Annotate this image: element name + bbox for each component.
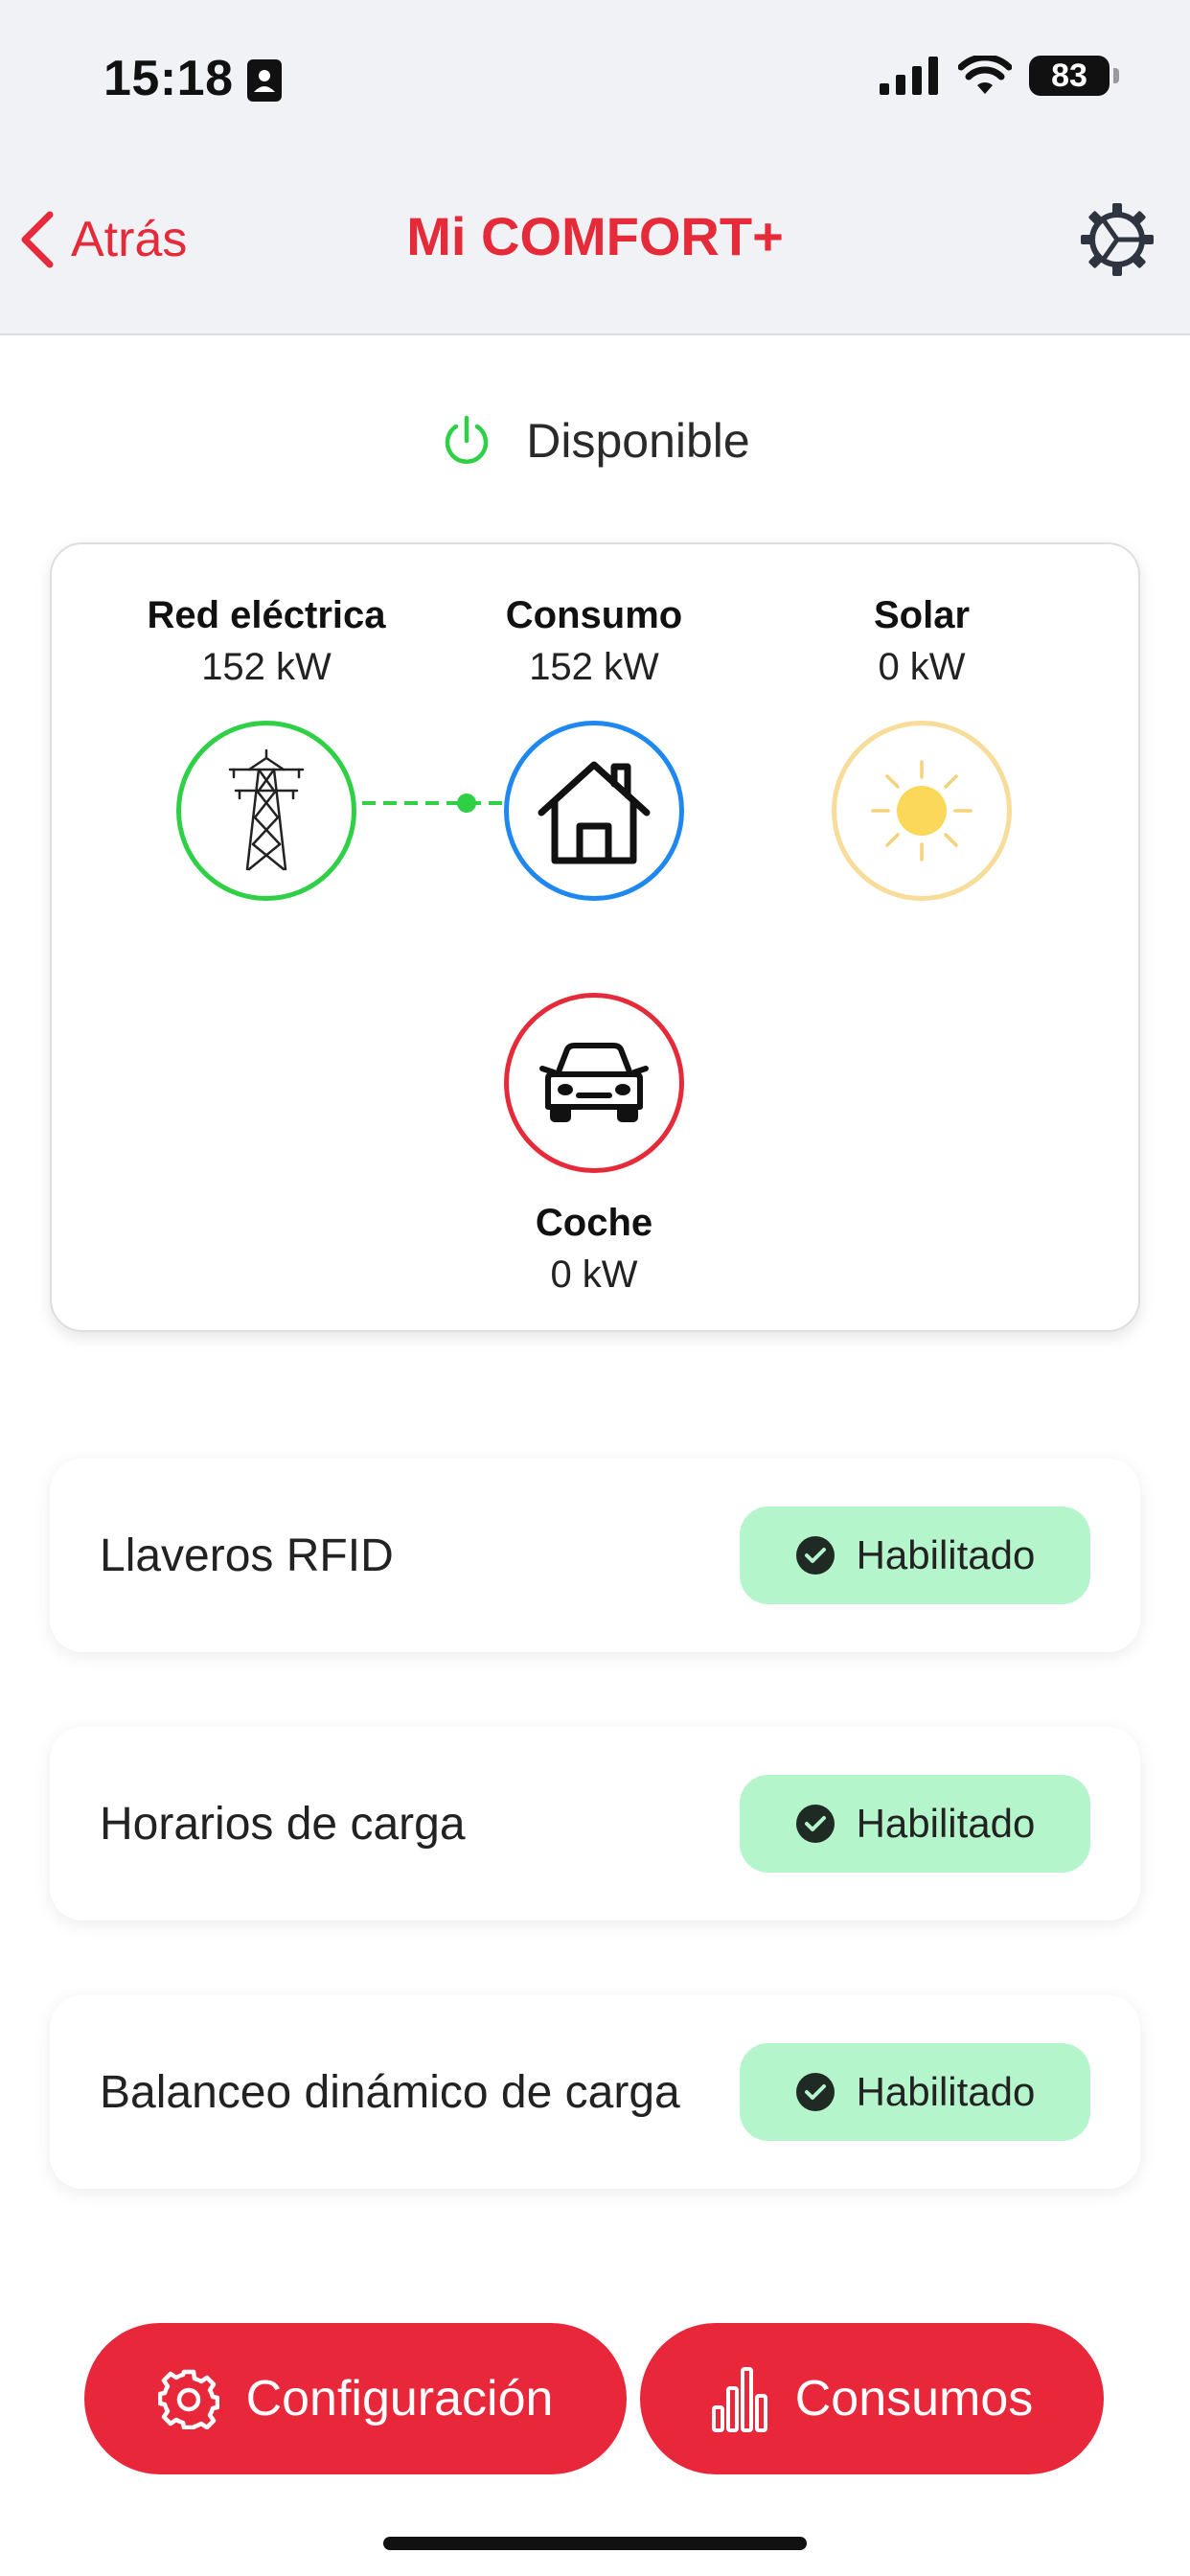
check-circle-icon — [795, 1536, 835, 1575]
consumption-value: 152 kW — [529, 646, 659, 688]
solar-node — [832, 721, 1012, 901]
status-badge-label: Habilitado — [856, 1801, 1036, 1846]
check-circle-icon — [795, 2073, 835, 2111]
gear-icon — [157, 2369, 219, 2429]
charger-status: Disponible — [0, 407, 1190, 474]
grid-value: 152 kW — [201, 646, 332, 688]
settings-gear-icon[interactable] — [1077, 199, 1157, 280]
feature-label-load-balancing: Balanceo dinámico de carga — [100, 2066, 680, 2118]
feature-row-rfid[interactable]: Llaveros RFID Habilitado — [50, 1459, 1140, 1652]
back-button[interactable]: Atrás — [17, 201, 187, 278]
consumption-node — [504, 721, 684, 901]
status-badge: Habilitado — [740, 2043, 1090, 2141]
feature-label-schedule: Horarios de carga — [100, 1798, 466, 1850]
status-badge-label: Habilitado — [856, 1532, 1036, 1577]
status-badge: Habilitado — [740, 1775, 1090, 1873]
home-indicator[interactable] — [383, 2537, 807, 2550]
feature-row-schedule[interactable]: Horarios de carga Habilitado — [50, 1727, 1140, 1920]
status-label: Disponible — [526, 414, 750, 468]
status-time: 15:18 — [103, 51, 234, 106]
solar-title: Solar — [873, 594, 971, 636]
status-badge-label: Habilitado — [856, 2069, 1036, 2114]
car-title: Coche — [535, 1202, 653, 1244]
consumption-button[interactable]: Consumos — [640, 2323, 1104, 2474]
car-value: 0 kW — [550, 1254, 638, 1296]
contact-card-icon — [247, 59, 282, 102]
chevron-left-icon — [21, 211, 54, 268]
wifi-icon — [958, 56, 1012, 94]
feature-row-load-balancing[interactable]: Balanceo dinámico de carga Habilitado — [50, 1995, 1140, 2189]
battery-level: 83 — [1051, 57, 1087, 94]
battery-indicator: 83 — [1029, 56, 1119, 96]
check-circle-icon — [795, 1805, 835, 1843]
grid-consumption-flow-line — [362, 794, 502, 813]
grid-title: Red eléctrica — [147, 594, 386, 636]
configuration-button[interactable]: Configuración — [84, 2323, 627, 2474]
car-node — [504, 993, 684, 1173]
feature-label-rfid: Llaveros RFID — [100, 1530, 394, 1581]
consumption-title: Consumo — [505, 594, 683, 636]
bar-chart-icon — [711, 2367, 767, 2432]
power-tower-icon — [228, 748, 305, 871]
solar-value: 0 kW — [878, 646, 966, 688]
header-area: 15:18 83 Atrás Mi COMFORT+ — [0, 0, 1190, 335]
back-label: Atrás — [71, 212, 188, 267]
power-icon — [446, 415, 489, 464]
consumption-label: Consumos — [794, 2371, 1034, 2426]
car-icon — [539, 1043, 649, 1122]
status-badge: Habilitado — [740, 1506, 1090, 1604]
sun-icon — [871, 760, 973, 862]
status-indicators: 83 — [880, 56, 1119, 96]
house-icon — [538, 761, 651, 864]
cellular-signal-icon — [880, 57, 938, 95]
configuration-label: Configuración — [245, 2371, 554, 2426]
